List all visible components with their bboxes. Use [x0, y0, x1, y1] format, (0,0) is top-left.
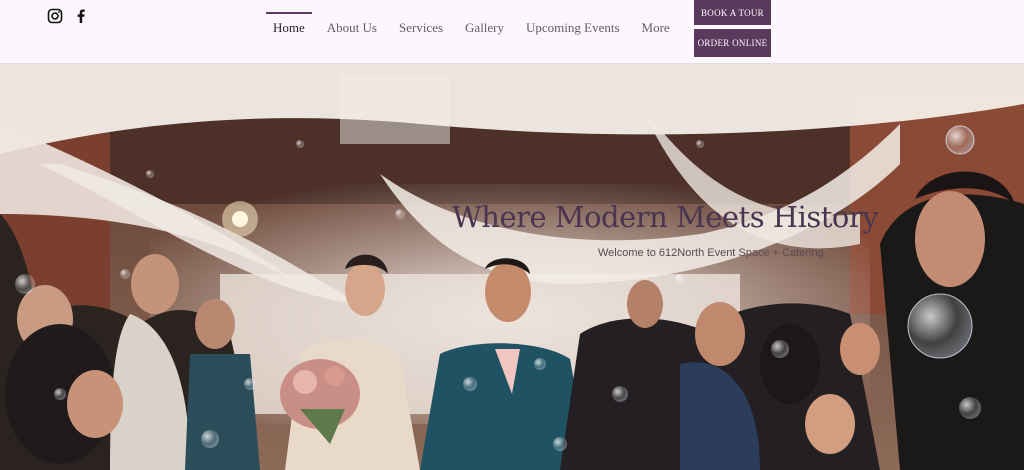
- book-a-tour-button[interactable]: BOOK A TOUR: [694, 0, 771, 25]
- main-nav: Home About Us Services Gallery Upcoming …: [262, 12, 681, 44]
- instagram-icon[interactable]: [47, 8, 63, 24]
- hero-title: Where Modern Meets History: [452, 200, 879, 234]
- hero-section: Where Modern Meets History Welcome to 61…: [0, 64, 1024, 470]
- social-links: [47, 8, 89, 24]
- facebook-icon[interactable]: [73, 8, 89, 24]
- site-header: Home About Us Services Gallery Upcoming …: [0, 0, 1024, 64]
- nav-upcoming-events[interactable]: Upcoming Events: [515, 12, 631, 44]
- nav-about-us[interactable]: About Us: [316, 12, 388, 44]
- hero-subtitle: Welcome to 612North Event Space + Cateri…: [598, 247, 824, 259]
- nav-more[interactable]: More: [631, 12, 681, 44]
- nav-home[interactable]: Home: [262, 12, 316, 44]
- nav-gallery[interactable]: Gallery: [454, 12, 515, 44]
- order-online-button[interactable]: ORDER ONLINE: [694, 29, 771, 57]
- nav-services[interactable]: Services: [388, 12, 454, 44]
- hero-wedding-photo: [0, 64, 1024, 470]
